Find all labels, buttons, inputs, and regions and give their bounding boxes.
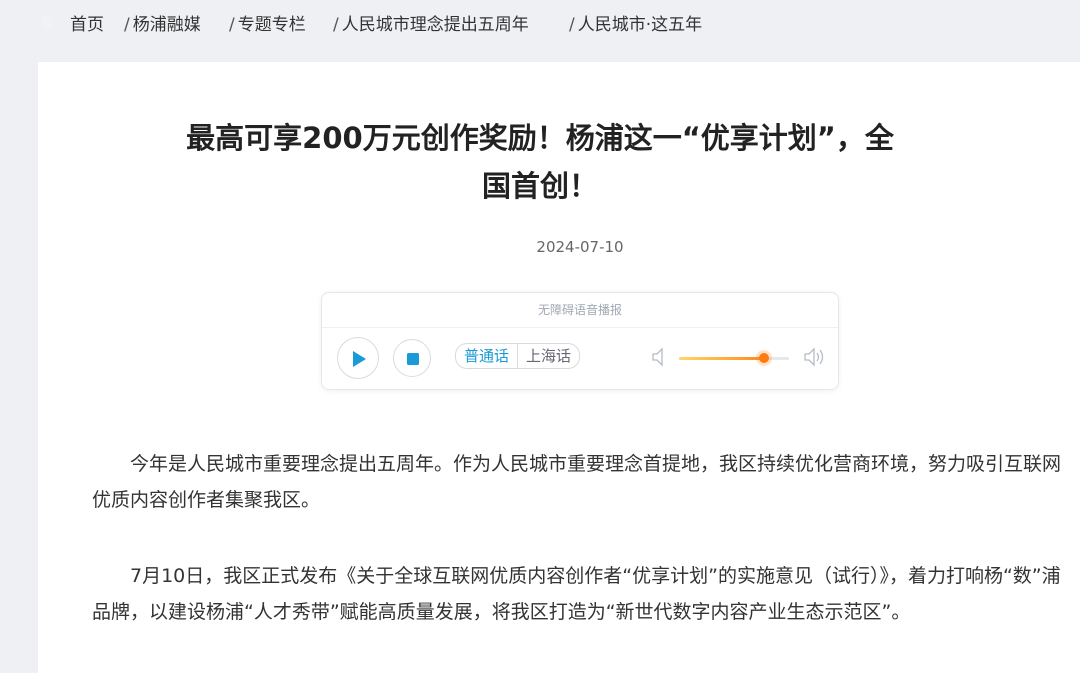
breadcrumb-home[interactable]: 首页: [70, 10, 104, 35]
volume-slider-fill: [679, 357, 764, 360]
breadcrumb-separator: /: [124, 15, 130, 35]
article-paragraph-2: 7月10日，我区正式发布《关于全球互联网优质内容创作者“优享计划”的实施意见（试…: [92, 565, 1061, 623]
stop-icon: [407, 353, 419, 365]
volume-low-icon[interactable]: [651, 347, 667, 367]
breadcrumb-label: 人民城市·这五年: [577, 15, 703, 35]
breadcrumb-separator: /: [229, 15, 235, 35]
breadcrumb-people-city-five-years[interactable]: / 人民城市·这五年: [569, 10, 702, 35]
breadcrumb: 首页 / 杨浦融媒 / 专题专栏 / 人民城市理念提出五周年 / 人民城市·这五年: [0, 0, 1080, 44]
volume-slider[interactable]: [679, 353, 789, 363]
volume-high-icon[interactable]: [803, 347, 827, 367]
language-mandarin-button[interactable]: 普通话: [456, 344, 517, 368]
language-shanghainese-button[interactable]: 上海话: [517, 344, 579, 368]
player-title: 无障碍语音播报: [322, 293, 838, 328]
article-title-line-1: 最高可享200万元创作奖励！杨浦这一“优享计划”，全: [186, 121, 894, 155]
breadcrumb-label: 杨浦融媒: [132, 15, 201, 35]
play-icon: [353, 351, 366, 367]
stop-button[interactable]: [393, 339, 431, 377]
article-paragraph-1: 今年是人民城市重要理念提出五周年。作为人民城市重要理念首提地，我区持续优化营商环…: [92, 453, 1062, 511]
breadcrumb-label: 专题专栏: [237, 15, 306, 35]
article-title-line-2: 国首创！: [481, 169, 598, 203]
play-button[interactable]: [337, 337, 379, 379]
breadcrumb-label: 人民城市理念提出五周年: [341, 15, 529, 35]
volume-slider-handle[interactable]: [758, 353, 769, 363]
article-title: 最高可享200万元创作奖励！杨浦这一“优享计划”，全 国首创！: [0, 114, 1080, 210]
breadcrumb-fifth-anniversary[interactable]: / 人民城市理念提出五周年: [333, 10, 529, 35]
breadcrumb-yangpu-media[interactable]: / 杨浦融媒: [124, 10, 201, 35]
language-switch: 普通话 上海话: [455, 343, 581, 369]
home-icon[interactable]: [38, 12, 56, 30]
voice-broadcast-player: 无障碍语音播报 普通话 上海话: [321, 292, 839, 390]
breadcrumb-separator: /: [569, 15, 575, 35]
breadcrumb-separator: /: [333, 15, 339, 35]
breadcrumb-special-column[interactable]: / 专题专栏: [229, 10, 306, 35]
publish-date: 2024-07-10: [536, 238, 624, 256]
